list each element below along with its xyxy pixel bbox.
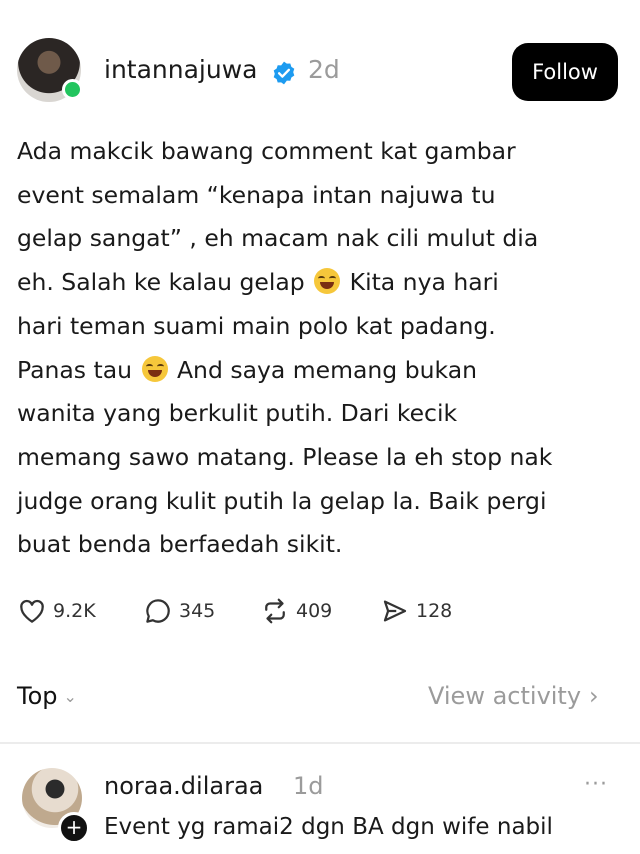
- post-text-segment: judge orang kulit putih la gelap la. Bai…: [17, 486, 547, 515]
- post-text-line: judge orang kulit putih la gelap la. Bai…: [17, 480, 617, 524]
- post-text-line: eh. Salah ke kalau gelap Kita nya hari: [17, 261, 617, 305]
- divider: [0, 742, 640, 744]
- follow-button[interactable]: Follow: [512, 43, 618, 101]
- post-text-line: event semalam “kenapa intan najuwa tu: [17, 174, 617, 218]
- post-text-segment: wanita yang berkulit putih. Dari kecik: [17, 399, 458, 428]
- post-text-segment: buat benda berfaedah sikit.: [17, 530, 343, 559]
- author-username[interactable]: intannajuwa: [104, 55, 257, 84]
- like-button[interactable]: 9.2K: [17, 595, 96, 627]
- reply-text: Event yg ramai2 dgn BA dgn wife nabil: [104, 814, 553, 840]
- post-text-segment: And saya memang bukan: [169, 355, 477, 384]
- chevron-right-icon: ›: [589, 682, 599, 710]
- post-text-segment: Ada makcik bawang comment kat gambar: [17, 137, 516, 165]
- share-button[interactable]: 128: [380, 595, 452, 627]
- post-text-line: memang sawo matang. Please la eh stop na…: [17, 436, 617, 480]
- comment-count: 345: [179, 600, 216, 622]
- like-count: 9.2K: [53, 600, 96, 622]
- post-text-segment: gelap sangat” , eh macam nak cili mulut …: [17, 224, 539, 253]
- sort-dropdown[interactable]: Top ⌄: [17, 682, 77, 710]
- post-text-line: buat benda berfaedah sikit.: [17, 523, 617, 567]
- post-text-segment: memang sawo matang. Please la eh stop na…: [17, 442, 553, 471]
- post-text: Ada makcik bawang comment kat gambar even…: [17, 130, 617, 567]
- sort-label: Top: [17, 682, 58, 710]
- plus-icon[interactable]: +: [58, 812, 90, 844]
- post-text-line: Panas tau And saya memang bukan: [17, 349, 617, 393]
- post-text-segment: event semalam “kenapa intan najuwa tu: [17, 180, 496, 209]
- author-avatar[interactable]: [17, 38, 83, 102]
- share-count: 128: [416, 600, 453, 622]
- post-text-line: Ada makcik bawang comment kat gambar: [17, 130, 617, 174]
- chevron-down-icon: ⌄: [63, 686, 77, 706]
- verified-badge-icon: [273, 61, 295, 85]
- post-age: 2d: [308, 55, 340, 84]
- face-with-tears-of-joy-emoji: [314, 268, 341, 295]
- post-text-line: wanita yang berkulit putih. Dari kecik: [17, 392, 617, 436]
- more-options-icon[interactable]: ···: [584, 772, 608, 797]
- post-text-segment: hari teman suami main polo kat padang.: [17, 311, 496, 340]
- reply-username[interactable]: noraa.dilaraa: [104, 772, 263, 800]
- post-text-segment: eh. Salah ke kalau gelap: [17, 268, 313, 297]
- repost-icon: [265, 598, 285, 624]
- face-with-tears-of-joy-emoji: [141, 355, 168, 382]
- send-icon: [383, 600, 407, 622]
- post-text-line: gelap sangat” , eh macam nak cili mulut …: [17, 217, 617, 261]
- post-text-line: hari teman suami main polo kat padang.: [17, 305, 617, 349]
- post-text-segment: Panas tau: [17, 355, 140, 384]
- reply-age: 1d: [293, 772, 324, 800]
- post-text-segment: Kita nya hari: [342, 268, 499, 297]
- heart-icon: [20, 599, 44, 623]
- repost-button[interactable]: 409: [260, 595, 332, 627]
- comment-icon: [146, 599, 170, 623]
- comment-button[interactable]: 345: [143, 595, 215, 627]
- repost-count: 409: [296, 600, 333, 622]
- view-activity-link[interactable]: View activity ›: [428, 682, 599, 710]
- view-activity-label: View activity: [428, 682, 582, 710]
- online-status-dot: [62, 79, 83, 100]
